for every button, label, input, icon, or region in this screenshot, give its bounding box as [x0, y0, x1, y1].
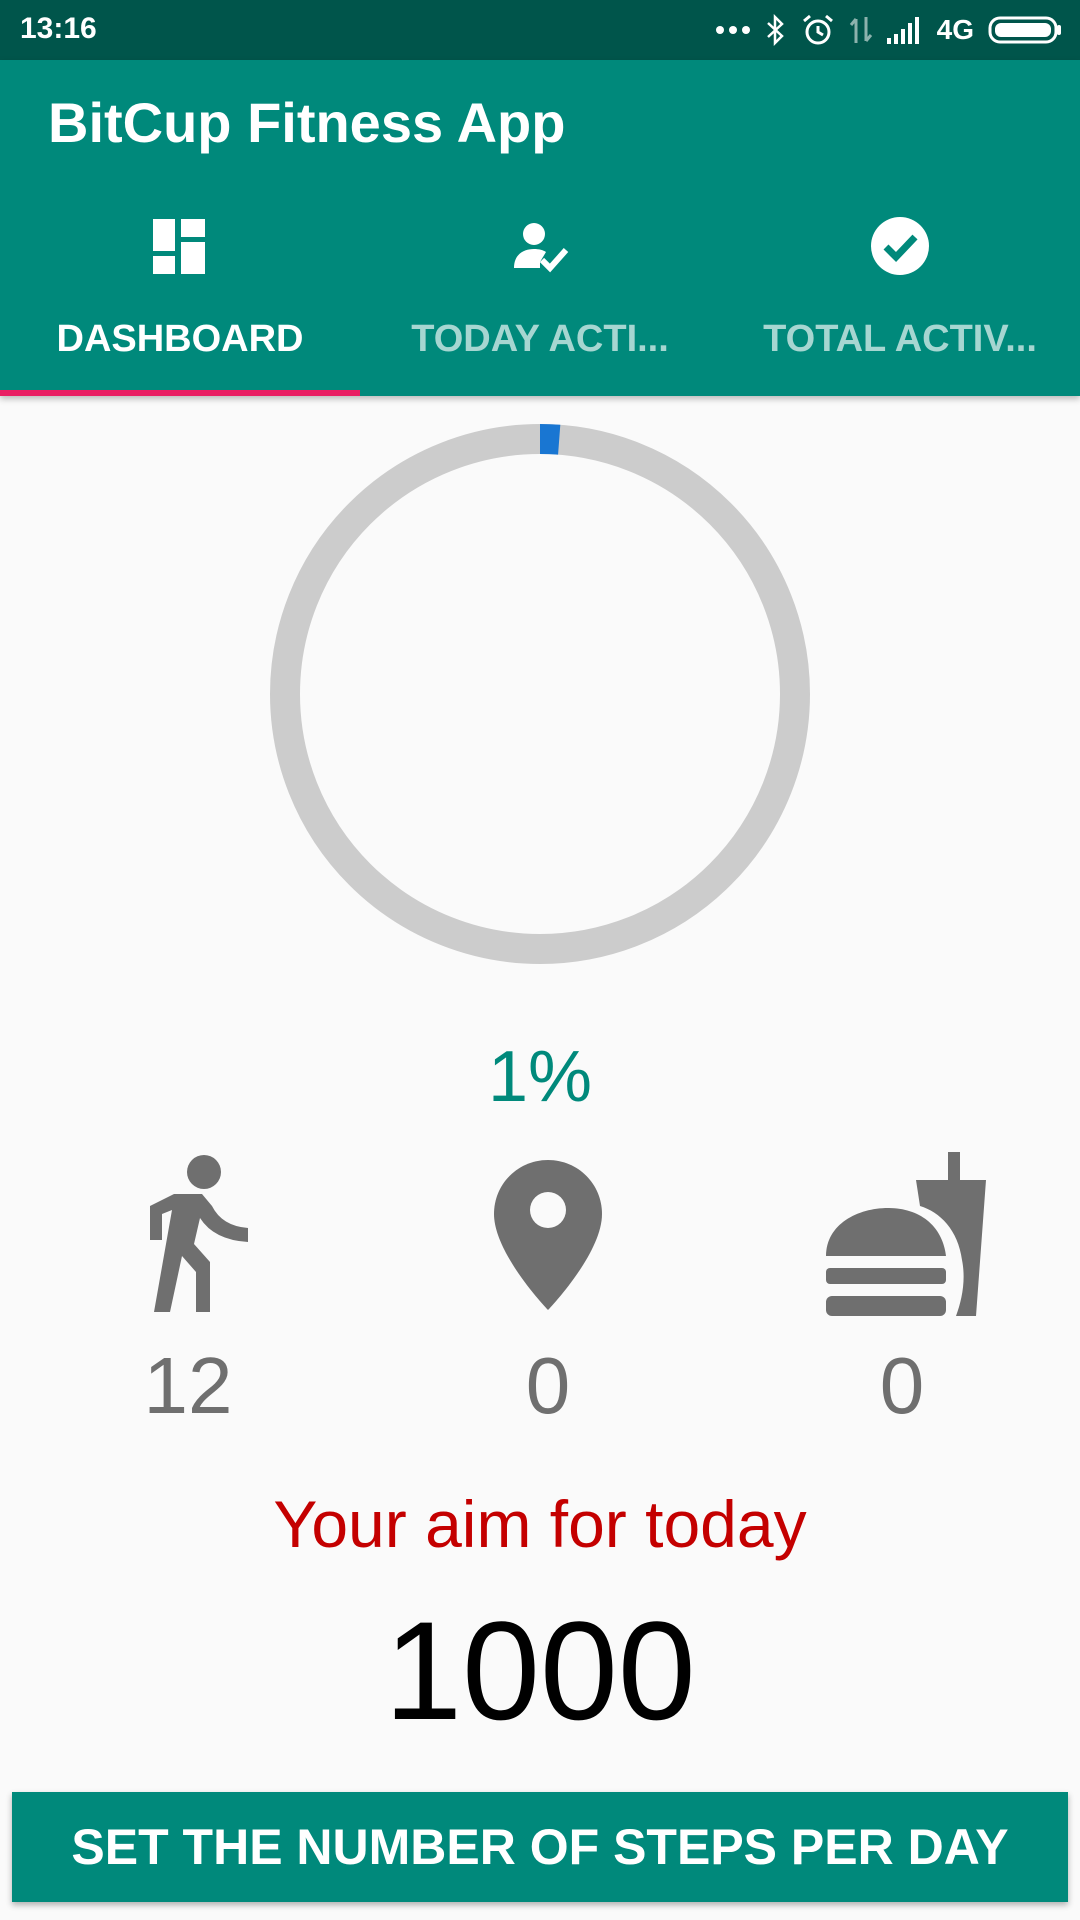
calories-value: 0 — [879, 1341, 925, 1430]
aim-value: 1000 — [384, 1592, 696, 1749]
calories-stat: 0 — [722, 1150, 1080, 1430]
status-time: 13:16 — [20, 12, 97, 45]
status-icons: 4G — [715, 10, 1062, 50]
network-type: 4G — [936, 14, 974, 45]
status-bar: 13:16 4G — [0, 0, 1080, 60]
bluetooth-icon — [766, 14, 784, 46]
set-steps-button[interactable]: SET THE NUMBER OF STEPS PER DAY — [12, 1792, 1068, 1902]
distance-value: 0 — [525, 1341, 571, 1430]
person-check-icon — [514, 223, 569, 273]
tab-indicator — [0, 390, 360, 396]
tab-today-activity[interactable]: TODAY ACTI... — [360, 210, 720, 396]
progress-ring-track — [270, 424, 810, 964]
steps-value: 12 — [143, 1341, 233, 1430]
signal-icon — [886, 17, 919, 44]
check-circle-icon — [871, 217, 929, 275]
data-arrows-icon — [849, 17, 872, 43]
dashboard-icon — [153, 219, 205, 274]
fastfood-icon — [826, 1152, 986, 1316]
more-dots-icon — [715, 26, 750, 34]
app-bar: BitCup Fitness App DASHBOARD TODAY ACTI.… — [0, 60, 1080, 396]
progress-ring — [270, 424, 810, 964]
tab-dashboard-label: DASHBOARD — [56, 318, 304, 360]
tab-dashboard[interactable]: DASHBOARD — [0, 210, 360, 396]
alarm-icon — [802, 14, 833, 45]
steps-stat: 12 — [8, 1150, 368, 1430]
battery-icon — [988, 16, 1061, 44]
walk-icon — [150, 1155, 248, 1312]
progress-percent: 1% — [487, 1037, 593, 1117]
location-pin-icon — [494, 1160, 602, 1310]
app-title: BitCup Fitness App — [48, 91, 566, 154]
distance-stat: 0 — [368, 1150, 728, 1430]
tab-total-activity-label: TOTAL ACTIV... — [763, 318, 1037, 360]
tab-bar: DASHBOARD TODAY ACTI... TOTAL ACTIV... — [0, 210, 1080, 396]
tab-today-activity-label: TODAY ACTI... — [411, 318, 669, 360]
aim-label: Your aim for today — [273, 1487, 807, 1561]
tab-total-activity[interactable]: TOTAL ACTIV... — [720, 210, 1080, 396]
